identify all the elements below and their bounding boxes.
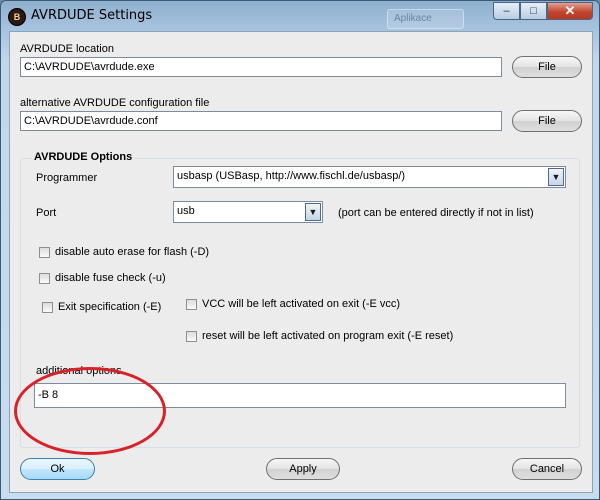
programmer-label: Programmer <box>36 172 98 184</box>
disable-fuse-check-checkbox[interactable]: disable fuse check (-u) <box>39 272 166 284</box>
port-dropdown-button[interactable]: ▼ <box>305 203 321 221</box>
avrdude-location-file-button[interactable]: File <box>512 56 582 78</box>
checkbox-box[interactable] <box>39 272 50 284</box>
close-button[interactable]: ✕ <box>547 2 593 20</box>
caption-buttons: – □ ✕ <box>493 2 593 20</box>
programmer-value: usbasp (USBasp, http://www.fischl.de/usb… <box>177 170 406 182</box>
minimize-button[interactable]: – <box>493 2 520 20</box>
disable-auto-erase-checkbox[interactable]: disable auto erase for flash (-D) <box>39 246 209 258</box>
reset-active-checkbox[interactable]: reset will be left activated on program … <box>186 330 453 342</box>
checkbox-box[interactable] <box>42 301 53 313</box>
avrdude-options-title: AVRDUDE Options <box>32 151 135 163</box>
minimize-icon: – <box>503 5 510 17</box>
settings-window: B AVRDUDE Settings Aplikace – □ ✕ AVRDUD… <box>0 0 600 500</box>
title-bar[interactable]: B AVRDUDE Settings Aplikace – □ ✕ <box>1 1 599 31</box>
disable-fuse-check-label: disable fuse check (-u) <box>55 272 166 284</box>
checkbox-box[interactable] <box>186 330 197 342</box>
vcc-active-label: VCC will be left activated on exit (-E v… <box>202 298 401 310</box>
app-icon: B <box>8 8 26 26</box>
chevron-down-icon: ▼ <box>551 172 561 182</box>
close-icon: ✕ <box>564 3 576 18</box>
checkbox-box[interactable] <box>186 298 197 310</box>
reset-active-label: reset will be left activated on program … <box>202 330 454 342</box>
ok-button[interactable]: Ok <box>20 458 95 480</box>
dialog-body: AVRDUDE location C:\AVRDUDE\avrdude.exe … <box>9 31 593 493</box>
avrdude-location-label: AVRDUDE location <box>20 43 114 55</box>
programmer-select[interactable]: usbasp (USBasp, http://www.fischl.de/usb… <box>173 166 566 188</box>
port-label: Port <box>36 207 57 219</box>
exit-specification-label: Exit specification (-E) <box>58 301 162 313</box>
config-file-input[interactable]: C:\AVRDUDE\avrdude.conf <box>20 111 502 131</box>
chevron-down-icon: ▼ <box>308 207 318 217</box>
additional-options-label: additional options <box>36 365 122 377</box>
port-hint: (port can be entered directly if not in … <box>338 207 534 219</box>
avrdude-location-input[interactable]: C:\AVRDUDE\avrdude.exe <box>20 57 502 77</box>
maximize-button[interactable]: □ <box>520 2 547 20</box>
maximize-icon: □ <box>530 5 537 17</box>
background-window-hint: Aplikace <box>387 9 464 29</box>
vcc-active-checkbox[interactable]: VCC will be left activated on exit (-E v… <box>186 298 400 310</box>
apply-button[interactable]: Apply <box>266 458 340 480</box>
config-file-label: alternative AVRDUDE configuration file <box>20 97 210 109</box>
port-value: usb <box>177 205 195 217</box>
programmer-dropdown-button[interactable]: ▼ <box>548 168 564 186</box>
config-file-file-button[interactable]: File <box>512 110 582 132</box>
window-title: AVRDUDE Settings <box>31 8 153 23</box>
checkbox-box[interactable] <box>39 246 50 258</box>
port-select[interactable]: usb ▼ <box>173 201 323 223</box>
additional-options-input[interactable]: -B 8 <box>34 383 566 408</box>
disable-auto-erase-label: disable auto erase for flash (-D) <box>55 246 210 258</box>
exit-specification-checkbox[interactable]: Exit specification (-E) <box>42 301 161 313</box>
cancel-button[interactable]: Cancel <box>512 458 582 480</box>
